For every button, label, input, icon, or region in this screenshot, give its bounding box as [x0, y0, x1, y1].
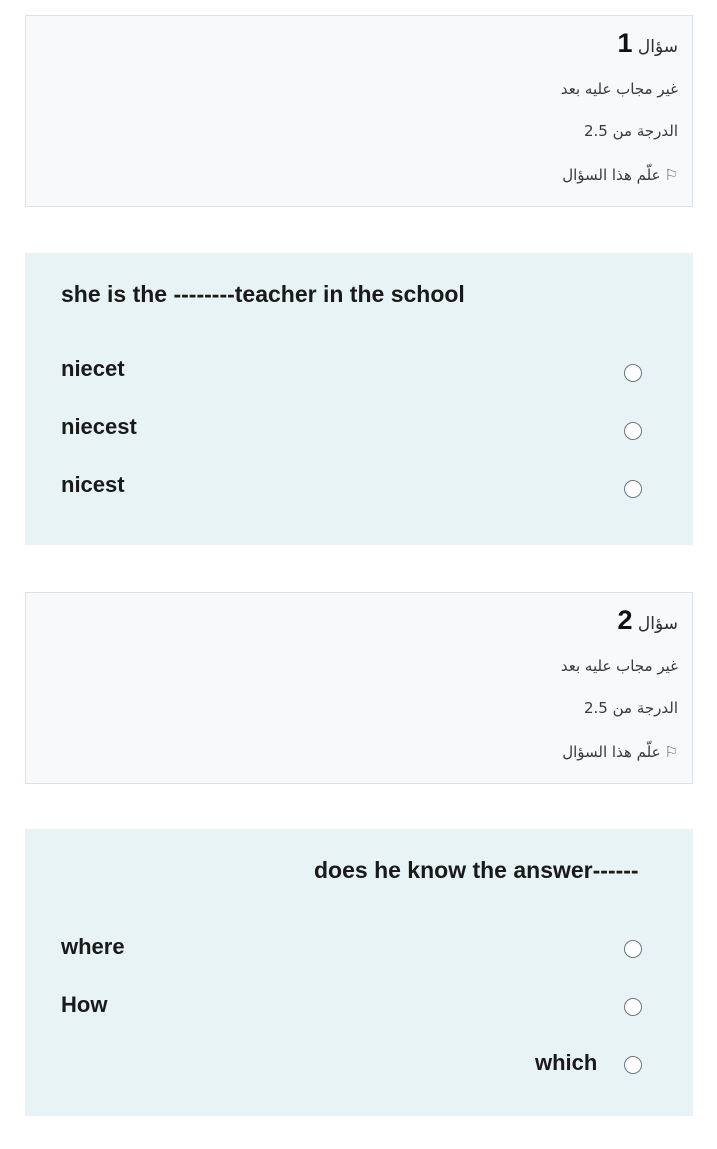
flag-icon: ⚐	[664, 743, 678, 761]
question-2-content: does he know the answer------ where How …	[25, 829, 693, 1116]
question-2-option-2-radio[interactable]	[624, 998, 642, 1016]
question-1-title: سؤال 1	[617, 28, 678, 59]
question-1-content: she is the --------teacher in the school…	[25, 253, 693, 545]
question-2-status: غير مجاب عليه بعد	[560, 657, 678, 675]
question-2-option-3-label[interactable]: which	[535, 1050, 597, 1076]
question-2-info: سؤال 2 غير مجاب عليه بعد الدرجة من 2.5 ⚐…	[25, 592, 693, 784]
question-1-option-1-radio[interactable]	[624, 364, 642, 382]
flag-question-2-label: علّم هذا السؤال	[562, 743, 661, 761]
question-2-option-1-radio[interactable]	[624, 940, 642, 958]
question-2-title: سؤال 2	[617, 605, 678, 636]
question-1-option-2-radio[interactable]	[624, 422, 642, 440]
question-1-option-3-radio[interactable]	[624, 480, 642, 498]
question-2-option-1-label[interactable]: where	[61, 934, 125, 960]
question-1-grade: الدرجة من 2.5	[583, 122, 678, 140]
flag-question-1-label: علّم هذا السؤال	[562, 166, 661, 184]
question-1-label: سؤال	[637, 37, 678, 57]
question-2-label: سؤال	[637, 614, 678, 634]
flag-question-1-link[interactable]: ⚐علّم هذا السؤال	[562, 166, 678, 184]
question-2-option-3-radio[interactable]	[624, 1056, 642, 1074]
question-1-option-3-label[interactable]: nicest	[61, 472, 125, 498]
question-1-info: سؤال 1 غير مجاب عليه بعد الدرجة من 2.5 ⚐…	[25, 15, 693, 207]
question-1-number: 1	[617, 28, 633, 58]
question-2-option-2-label[interactable]: How	[61, 992, 107, 1018]
question-1-status: غير مجاب عليه بعد	[560, 80, 678, 98]
question-1-option-2-label[interactable]: niecest	[61, 414, 137, 440]
question-2-text: does he know the answer------	[314, 857, 639, 883]
question-2-number: 2	[617, 605, 633, 635]
question-1-text: she is the --------teacher in the school	[61, 281, 465, 307]
question-1-option-1-label[interactable]: niecet	[61, 356, 125, 382]
flag-question-2-link[interactable]: ⚐علّم هذا السؤال	[562, 743, 678, 761]
flag-icon: ⚐	[664, 166, 678, 184]
question-2-grade: الدرجة من 2.5	[583, 699, 678, 717]
